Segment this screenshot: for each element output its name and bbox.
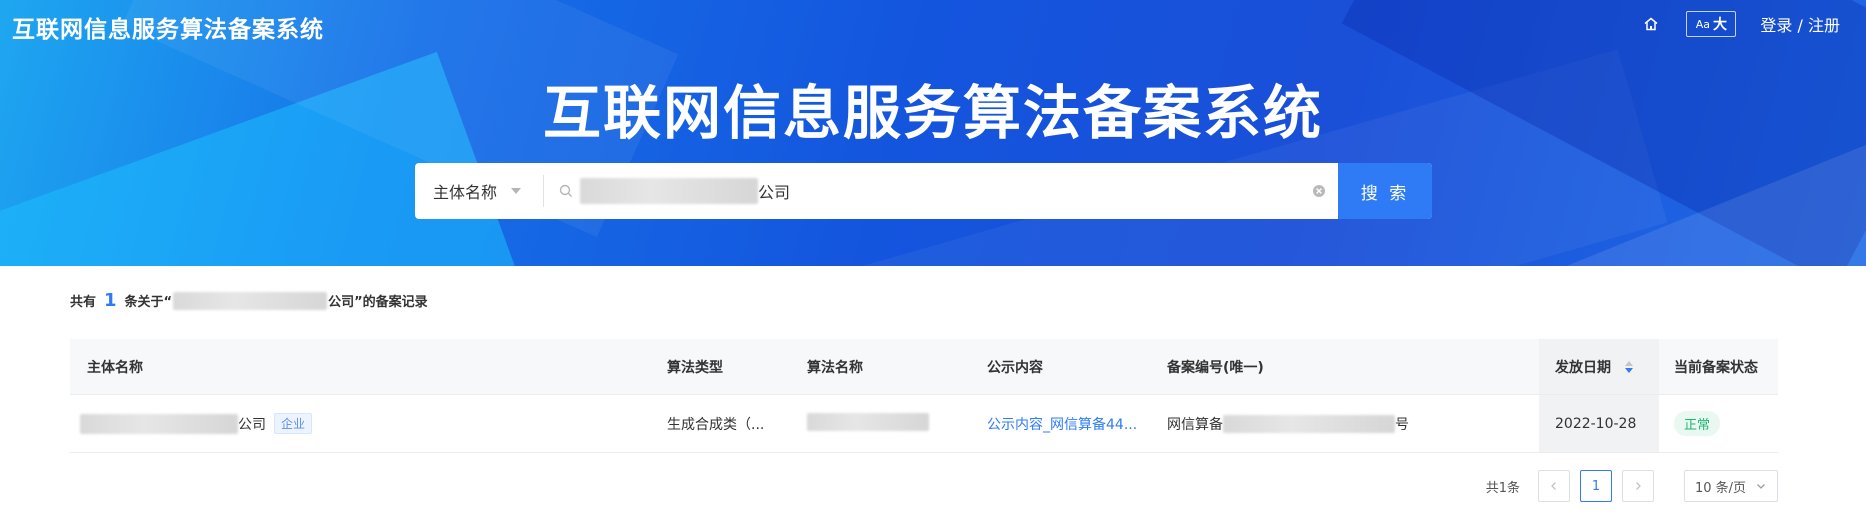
font-toggle-big: 大 bbox=[1713, 17, 1728, 33]
chevron-right-icon bbox=[1636, 482, 1641, 490]
public-content-link[interactable]: 公示内容_网信算备44... bbox=[987, 414, 1137, 434]
clear-icon[interactable] bbox=[1312, 184, 1326, 198]
entity-type-tag: 企业 bbox=[274, 413, 313, 434]
search-icon bbox=[559, 184, 572, 197]
summary-suffix: 公司”的备案记录 bbox=[328, 295, 428, 310]
redacted-text bbox=[807, 412, 929, 431]
search-button[interactable]: 搜 索 bbox=[1338, 163, 1432, 219]
chevron-left-icon bbox=[1551, 482, 1556, 490]
record-suffix: 号 bbox=[1395, 416, 1409, 433]
hero-banner: 互联网信息服务算法备案系统 Aa 大 登录 / 注册 互联网信息服务算法备案系统… bbox=[0, 0, 1866, 266]
redacted-text bbox=[580, 178, 758, 204]
chevron-down-icon bbox=[1757, 484, 1765, 489]
font-toggle-small: Aa bbox=[1695, 17, 1711, 31]
search-query-suffix: 公司 bbox=[758, 183, 791, 202]
column-header-public-content: 公示内容 bbox=[987, 359, 1043, 376]
summary-prefix: 共有 bbox=[70, 295, 97, 310]
page-size-select[interactable]: 10 条/页 bbox=[1684, 470, 1778, 502]
status-badge: 正常 bbox=[1674, 411, 1721, 436]
cell-record-number: 网信算备 号 bbox=[1167, 414, 1409, 434]
next-page-button[interactable] bbox=[1622, 470, 1654, 502]
result-summary: 共有 1 条关于“ 公司”的备案记录 bbox=[70, 290, 428, 311]
summary-middle: 条关于“ bbox=[124, 295, 173, 310]
login-register-link[interactable]: 登录 / 注册 bbox=[1760, 12, 1840, 36]
cell-algo-type: 生成合成类（... bbox=[667, 416, 765, 433]
search-type-label: 主体名称 bbox=[433, 183, 498, 202]
home-icon[interactable] bbox=[1642, 15, 1660, 33]
column-header-issue-date[interactable]: 发放日期 bbox=[1555, 357, 1633, 377]
caret-down-icon bbox=[511, 188, 521, 194]
cell-algo-name bbox=[807, 412, 929, 435]
column-header-algo-type: 算法类型 bbox=[667, 359, 723, 376]
search-type-select[interactable]: 主体名称 bbox=[415, 163, 543, 219]
column-header-entity: 主体名称 bbox=[87, 359, 143, 376]
column-header-algo-name: 算法名称 bbox=[807, 359, 863, 376]
record-prefix: 网信算备 bbox=[1167, 416, 1223, 433]
column-header-issue-date-label: 发放日期 bbox=[1555, 359, 1611, 376]
table-row: 公司 企业 生成合成类（... 公示内容_网信算备44... 网信算备 号 20… bbox=[70, 395, 1778, 453]
cell-issue-date: 2022-10-28 bbox=[1555, 415, 1637, 432]
result-count: 1 bbox=[104, 290, 117, 311]
search-input[interactable]: 公司 bbox=[544, 163, 1338, 219]
results-table: 主体名称 算法类型 算法名称 公示内容 备案编号(唯一) 发放日期 当前备案状态… bbox=[70, 339, 1778, 453]
cell-entity: 公司 企业 bbox=[80, 413, 313, 434]
table-header: 主体名称 算法类型 算法名称 公示内容 备案编号(唯一) 发放日期 当前备案状态 bbox=[70, 339, 1778, 395]
pagination: 共1条 1 10 条/页 bbox=[1486, 470, 1778, 502]
sort-caret-icon[interactable] bbox=[1625, 360, 1633, 373]
top-nav: Aa 大 登录 / 注册 bbox=[1642, 10, 1840, 38]
hero-title: 互联网信息服务算法备案系统 bbox=[542, 79, 1323, 147]
prev-page-button[interactable] bbox=[1538, 470, 1570, 502]
entity-name-suffix: 公司 bbox=[238, 416, 266, 433]
page-number-button[interactable]: 1 bbox=[1580, 470, 1612, 502]
page-size-label: 10 条/页 bbox=[1695, 480, 1747, 496]
redacted-text bbox=[1223, 414, 1395, 433]
site-title[interactable]: 互联网信息服务算法备案系统 bbox=[12, 10, 324, 44]
search-bar: 主体名称 公司 搜 索 bbox=[415, 163, 1432, 219]
font-size-toggle[interactable]: Aa 大 bbox=[1686, 11, 1737, 37]
column-header-status: 当前备案状态 bbox=[1674, 359, 1758, 376]
column-header-record-number: 备案编号(唯一) bbox=[1167, 359, 1264, 376]
pagination-total: 共1条 bbox=[1485, 480, 1520, 496]
redacted-text bbox=[173, 291, 328, 310]
redacted-text bbox=[80, 413, 238, 434]
